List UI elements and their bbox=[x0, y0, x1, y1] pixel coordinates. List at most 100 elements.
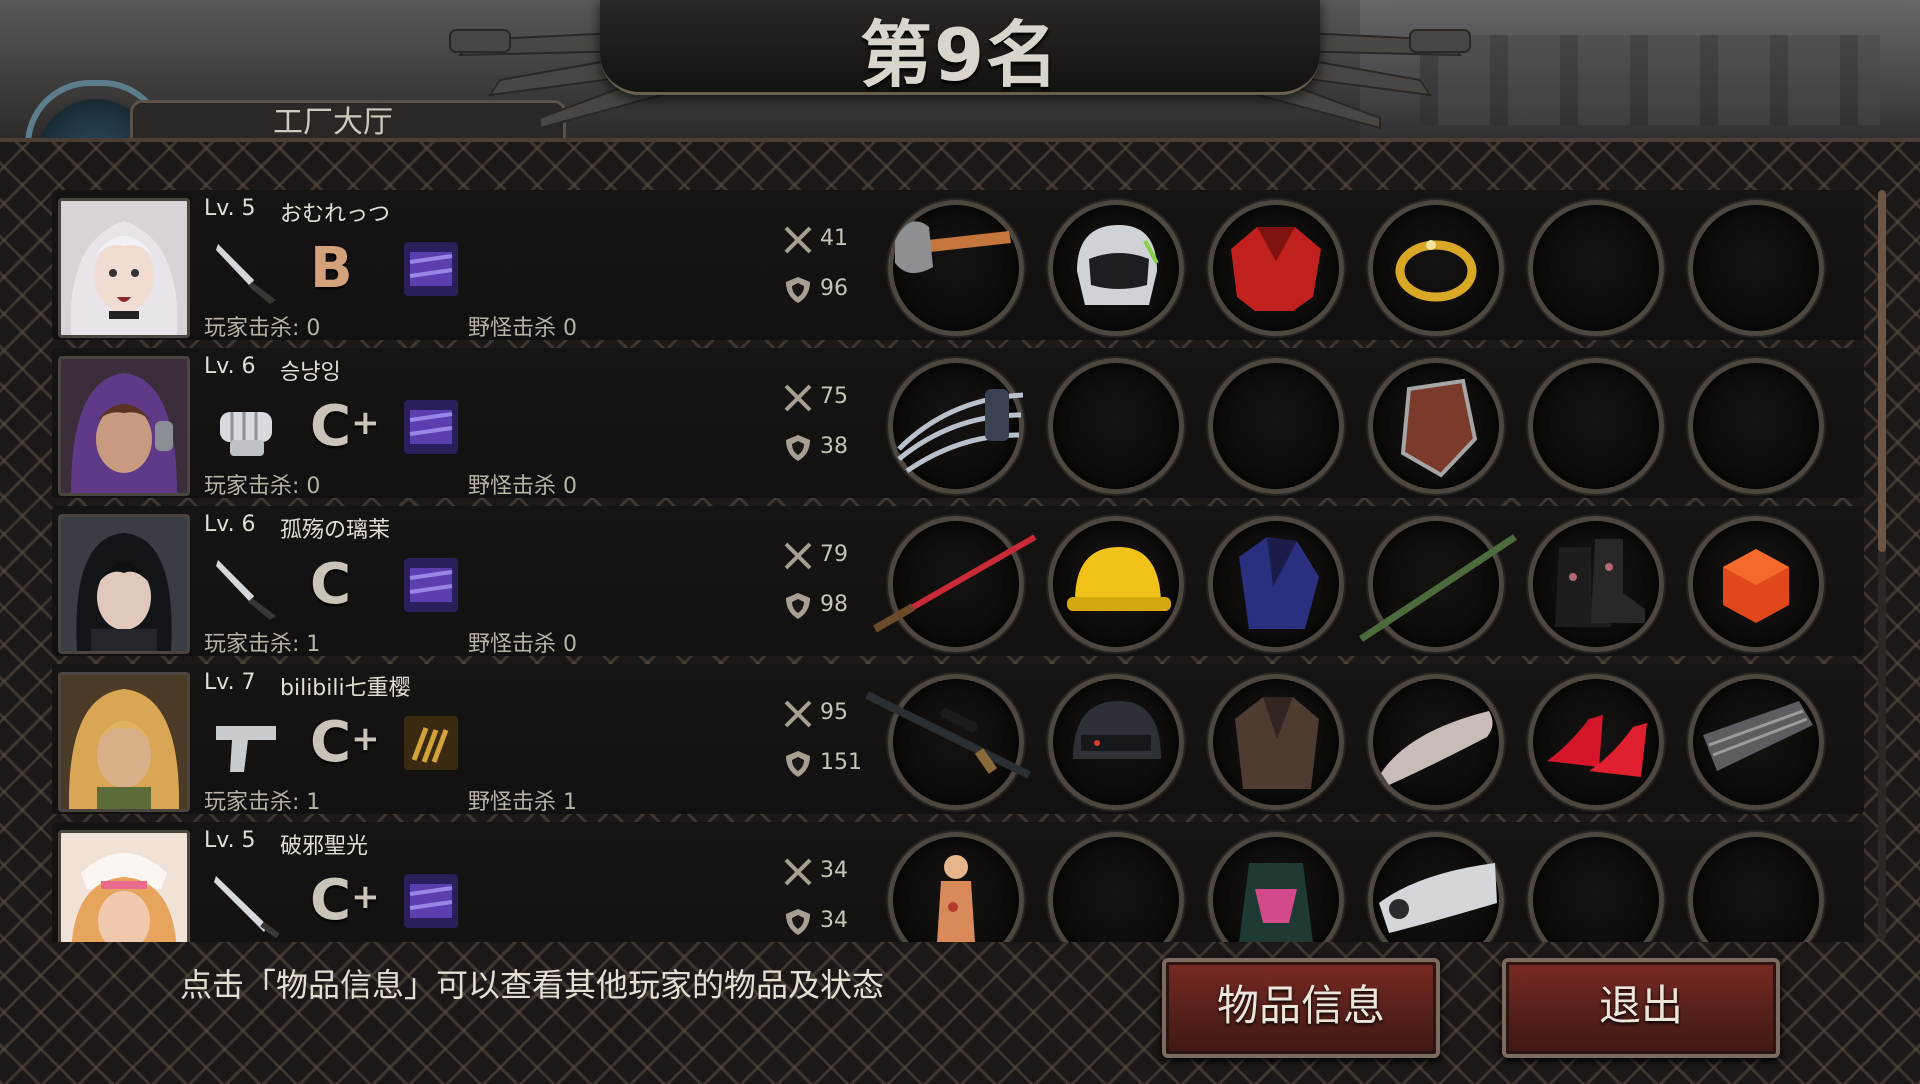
equipment-slot[interactable] bbox=[1048, 516, 1184, 652]
defense-stat: 96 bbox=[782, 274, 882, 308]
equipment-slot[interactable] bbox=[1359, 516, 1517, 652]
red-katana-icon bbox=[872, 534, 1037, 633]
equipment-slot[interactable] bbox=[888, 832, 1024, 942]
defense-stat: 34 bbox=[782, 906, 882, 940]
avatar bbox=[58, 514, 190, 654]
equipment-slot[interactable] bbox=[1528, 674, 1664, 810]
player-list[interactable]: Lv. 5 おむれっつ B 玩家击杀: 0 野怪击杀 0 41 96 Lv. 6… bbox=[52, 190, 1864, 942]
equipment-slot[interactable] bbox=[1208, 832, 1344, 942]
equipment-slot[interactable] bbox=[1688, 674, 1824, 810]
equipment-slot[interactable] bbox=[872, 516, 1037, 652]
monster-kills: 野怪击杀 0 bbox=[468, 632, 577, 657]
bullet-armguard-icon bbox=[1381, 711, 1493, 785]
crossed-swords-icon bbox=[784, 858, 812, 886]
hint-text: 点击「物品信息」可以查看其他玩家的物品及状态 bbox=[180, 966, 885, 1004]
attack-stat: 41 bbox=[782, 224, 882, 258]
player-kills: 玩家击杀: 1 bbox=[204, 790, 321, 815]
cloth-armguard-icon bbox=[1379, 863, 1497, 933]
player-kills: 玩家击杀: 0 bbox=[204, 474, 321, 499]
defense-stat: 38 bbox=[782, 432, 882, 466]
player-name: おむれっつ bbox=[280, 202, 391, 227]
defense-value: 34 bbox=[820, 908, 848, 933]
attack-value: 75 bbox=[820, 384, 848, 409]
defense-value: 96 bbox=[820, 276, 848, 301]
monster-kills: 野怪击杀 0 bbox=[468, 316, 577, 341]
shield-icon bbox=[786, 435, 810, 461]
equipment-slot[interactable] bbox=[1528, 200, 1664, 336]
figurine-icon bbox=[937, 855, 975, 942]
attack-value: 34 bbox=[820, 858, 848, 883]
sniper-rifle-icon bbox=[865, 691, 1031, 779]
defense-value: 38 bbox=[820, 434, 848, 459]
motorcycle-helmet-icon bbox=[1077, 225, 1159, 305]
exit-button[interactable]: 退出 bbox=[1502, 958, 1780, 1058]
purple-skill-icon bbox=[404, 874, 458, 928]
attack-value: 41 bbox=[820, 226, 848, 251]
red-heels-icon bbox=[1547, 715, 1647, 777]
location-text: 工厂大厅 bbox=[273, 105, 393, 139]
player-level: Lv. 6 bbox=[204, 354, 256, 379]
equipment-slot[interactable] bbox=[1208, 358, 1344, 494]
equipment-slot[interactable] bbox=[888, 358, 1024, 494]
defense-stat: 98 bbox=[782, 590, 882, 624]
equipment-slot[interactable] bbox=[1688, 832, 1824, 942]
equipment-slot[interactable] bbox=[1368, 358, 1504, 494]
monster-kills: 野怪击杀 1 bbox=[468, 790, 577, 815]
defense-stat: 151 bbox=[782, 748, 882, 782]
equipment-slot[interactable] bbox=[1048, 358, 1184, 494]
player-row[interactable]: Lv. 5 破邪聖光 C+ 34 34 bbox=[52, 822, 1864, 942]
scrollbar[interactable] bbox=[1878, 190, 1886, 940]
equipment-slot[interactable] bbox=[1528, 832, 1664, 942]
equipment-slot[interactable] bbox=[1368, 200, 1504, 336]
axe-icon bbox=[895, 221, 1011, 274]
item-info-button[interactable]: 物品信息 bbox=[1162, 958, 1440, 1058]
equipment-slot[interactable] bbox=[1688, 358, 1824, 494]
attack-value: 79 bbox=[820, 542, 848, 567]
shield-icon bbox=[786, 277, 810, 303]
equipment-slot[interactable] bbox=[1368, 832, 1504, 942]
player-row[interactable]: Lv. 5 おむれっつ B 玩家击杀: 0 野怪击杀 0 41 96 bbox=[52, 190, 1864, 341]
defense-value: 98 bbox=[820, 592, 848, 617]
equipment-slot[interactable] bbox=[1528, 516, 1664, 652]
equipment-slot[interactable] bbox=[1688, 200, 1824, 336]
player-name: 破邪聖光 bbox=[280, 834, 369, 859]
grade-label: C+ bbox=[310, 868, 380, 933]
defense-value: 151 bbox=[820, 750, 862, 775]
rank-title: 第9名 bbox=[859, 13, 1061, 97]
equipment-slot[interactable] bbox=[1688, 516, 1824, 652]
shield-icon bbox=[786, 593, 810, 619]
grade-label: C bbox=[310, 552, 352, 617]
player-level: Lv. 6 bbox=[204, 512, 256, 537]
attack-value: 95 bbox=[820, 700, 848, 725]
rank-banner: 第9名 bbox=[600, 0, 1320, 97]
equipment-slot[interactable] bbox=[1048, 200, 1184, 336]
gold-bracelet-icon bbox=[1395, 240, 1477, 302]
avatar bbox=[58, 356, 190, 496]
equipment-slot[interactable] bbox=[1048, 832, 1184, 942]
equipment-slot[interactable] bbox=[1528, 358, 1664, 494]
equipment-slot[interactable] bbox=[1048, 674, 1184, 810]
crossed-swords-icon bbox=[784, 542, 812, 570]
claw-icon bbox=[897, 389, 1024, 474]
player-row[interactable]: Lv. 6 孤殇の璃茉 C 玩家击杀: 1 野怪击杀 0 79 98 bbox=[52, 506, 1864, 657]
player-row[interactable]: Lv. 7 bilibili七重樱 C+ 玩家击杀: 1 野怪击杀 1 95 1… bbox=[52, 664, 1864, 815]
crossed-swords-icon bbox=[784, 226, 812, 254]
scrollbar-thumb[interactable] bbox=[1878, 190, 1886, 552]
purple-skill-icon bbox=[404, 558, 458, 612]
equipment-slot[interactable] bbox=[1208, 516, 1344, 652]
equipment-slot[interactable] bbox=[865, 674, 1031, 810]
equipment-slot[interactable] bbox=[1208, 674, 1344, 810]
blue-jacket-icon bbox=[1239, 537, 1319, 629]
player-name: 孤殇の璃茉 bbox=[280, 518, 391, 543]
shield-icon bbox=[786, 909, 810, 935]
player-level: Lv. 5 bbox=[204, 828, 256, 853]
equipment-slot[interactable] bbox=[1208, 200, 1344, 336]
player-kills: 玩家击杀: 0 bbox=[204, 316, 321, 341]
equipment-slot[interactable] bbox=[1368, 674, 1504, 810]
crossed-swords-icon bbox=[784, 384, 812, 412]
leather-armguard-icon bbox=[1400, 378, 1478, 478]
equipment-slot[interactable] bbox=[888, 200, 1024, 336]
player-row[interactable]: Lv. 6 승냥잉 C+ 玩家击杀: 0 野怪击杀 0 75 38 bbox=[52, 348, 1864, 499]
attack-stat: 34 bbox=[782, 856, 882, 890]
steel-plate-icon bbox=[1703, 701, 1813, 771]
